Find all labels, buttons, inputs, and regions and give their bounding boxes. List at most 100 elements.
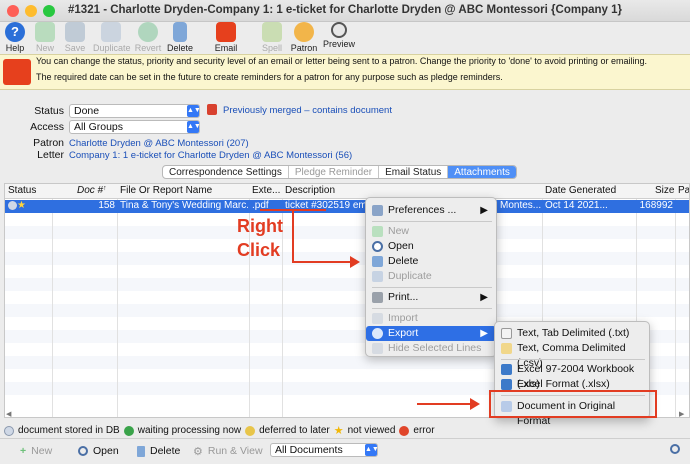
duplicate-icon: [101, 22, 121, 42]
bottom-open-label: Open: [93, 445, 119, 457]
spell-check-icon: [262, 22, 282, 42]
bottom-delete-button[interactable]: Delete: [137, 443, 180, 459]
plus-icon: +: [20, 445, 27, 457]
annotation-right: Right: [237, 216, 283, 236]
duplicate-label: Duplicate: [93, 43, 131, 53]
status-select[interactable]: Done ▲▼: [69, 104, 201, 118]
table-row-selected[interactable]: ★ 158 Tina & Tony's Wedding Marc... .pdf…: [5, 200, 689, 213]
col-extension[interactable]: Exte...: [252, 185, 280, 198]
bottom-new-button[interactable]: + New: [20, 443, 52, 459]
annotation-arrowhead: [350, 256, 360, 268]
access-select[interactable]: All Groups ▲▼: [69, 120, 201, 134]
help-button[interactable]: ? Help: [3, 22, 27, 53]
menu-preferences[interactable]: Preferences ... ▶: [366, 203, 496, 218]
table-row-empty: [5, 226, 689, 239]
sort-arrow-icon: ↑: [103, 185, 107, 192]
chevron-right-icon: ▶: [480, 328, 488, 339]
save-label: Save: [64, 43, 86, 53]
merged-icon: [207, 104, 217, 115]
revert-label: Revert: [134, 43, 162, 53]
search-button[interactable]: [670, 444, 684, 458]
revert-button[interactable]: Revert: [134, 22, 162, 53]
menu-new[interactable]: New: [366, 224, 496, 239]
new-button[interactable]: New: [34, 22, 56, 53]
tab-bar: Correspondence Settings Pledge Reminder …: [162, 165, 517, 179]
menu-export[interactable]: Export ▶: [366, 326, 496, 341]
patron-link[interactable]: Charlotte Dryden @ ABC Montessori (207): [69, 138, 249, 149]
patron-label: Patron: [33, 137, 64, 149]
table-row-empty: [5, 252, 689, 265]
patron-button[interactable]: Patron: [290, 22, 318, 53]
col-status[interactable]: Status: [8, 185, 36, 198]
tab-correspondence-settings[interactable]: Correspondence Settings: [163, 166, 289, 178]
menu-open-label: Open: [388, 240, 414, 252]
deferred-icon: [245, 425, 256, 436]
chevron-updown-icon: ▲▼: [365, 444, 379, 456]
col-patron[interactable]: Pat: [678, 185, 689, 198]
duplicate-icon: [372, 271, 383, 282]
delete-button[interactable]: Delete: [167, 22, 193, 53]
export-icon: [372, 328, 383, 339]
spell-button[interactable]: Spell: [260, 22, 284, 53]
trash-icon: [137, 445, 145, 457]
menu-duplicate[interactable]: Duplicate: [366, 269, 496, 284]
spreadsheet-icon: [501, 379, 512, 390]
letter-link[interactable]: Company 1: 1 e-ticket for Charlotte Dryd…: [69, 150, 352, 161]
export-csv[interactable]: Text, Comma Delimited (.csv): [495, 341, 649, 369]
tab-pledge-reminder[interactable]: Pledge Reminder: [289, 166, 380, 178]
document-filter-select[interactable]: All Documents ▲▼: [270, 443, 379, 457]
run-and-view-button[interactable]: ⚙ Run & View: [193, 443, 263, 459]
annotation-click: Click: [237, 240, 281, 260]
row-date: Oct 14 2021...: [545, 200, 608, 211]
annotation-arrow-horizontal: [292, 261, 352, 263]
save-button[interactable]: Save: [62, 22, 88, 53]
col-size[interactable]: Size: [655, 185, 674, 198]
status-value: Done: [74, 105, 100, 117]
tab-email-status[interactable]: Email Status: [379, 166, 449, 178]
magnifier-icon: [372, 241, 383, 252]
menu-delete[interactable]: Delete: [366, 254, 496, 269]
annotation-arrow-vertical: [292, 209, 294, 262]
legend-not-viewed: not viewed: [347, 425, 396, 436]
table-row-empty: [5, 278, 689, 291]
scroll-left-arrow-icon[interactable]: ◀: [6, 410, 11, 418]
tab-attachments[interactable]: Attachments: [448, 166, 516, 178]
annotation-arrowhead-2: [470, 398, 480, 410]
col-doc-number[interactable]: Doc #↑: [77, 185, 107, 198]
scroll-right-arrow-icon[interactable]: ▶: [679, 410, 684, 418]
menu-print[interactable]: Print... ▶: [366, 290, 496, 305]
menu-open[interactable]: Open: [366, 239, 496, 254]
context-menu: Preferences ... ▶ New Open Delete Duplic…: [365, 197, 497, 357]
person-icon: [294, 22, 314, 42]
bottom-delete-label: Delete: [150, 445, 181, 457]
new-icon: [372, 226, 383, 237]
envelope-icon: [216, 22, 236, 42]
col-file-name[interactable]: File Or Report Name: [120, 185, 212, 198]
export-txt-tab[interactable]: Text, Tab Delimited (.txt): [495, 326, 649, 341]
duplicate-button[interactable]: Duplicate: [93, 22, 131, 53]
envelope-icon: [3, 59, 31, 85]
preview-button[interactable]: Preview: [323, 22, 355, 49]
legend-waiting: waiting processing now: [137, 425, 242, 436]
menu-hide-selected-lines[interactable]: Hide Selected Lines: [366, 341, 496, 356]
bottom-action-bar: + New Open Delete ⚙ Run & View All Docum…: [0, 438, 690, 464]
stored-db-icon: [8, 200, 17, 210]
export-xls[interactable]: Excel 97-2004 Workbook (.xls): [495, 362, 649, 390]
col-description[interactable]: Description: [285, 185, 335, 198]
delete-label: Delete: [167, 43, 194, 53]
previously-merged-link[interactable]: Previously merged – contains document: [223, 105, 392, 116]
trash-icon: [173, 22, 187, 42]
save-icon: [65, 22, 85, 42]
table-header: Status Doc #↑ File Or Report Name Exte..…: [5, 184, 689, 199]
export-txt-tab-label: Text, Tab Delimited (.txt): [517, 327, 630, 339]
hide-icon: [372, 343, 383, 354]
bottom-open-button[interactable]: Open: [78, 443, 119, 459]
menu-import[interactable]: Import: [366, 311, 496, 326]
pencil-icon: [501, 343, 512, 354]
access-value: All Groups: [74, 121, 124, 133]
col-date-generated[interactable]: Date Generated: [545, 185, 616, 198]
stored-db-icon: [4, 425, 14, 436]
status-legend: document stored in DB waiting processing…: [4, 424, 435, 437]
row-description-tail: Montes...: [500, 200, 542, 211]
toolbar: ? Help New Save Duplicate Revert Delete …: [0, 22, 690, 63]
